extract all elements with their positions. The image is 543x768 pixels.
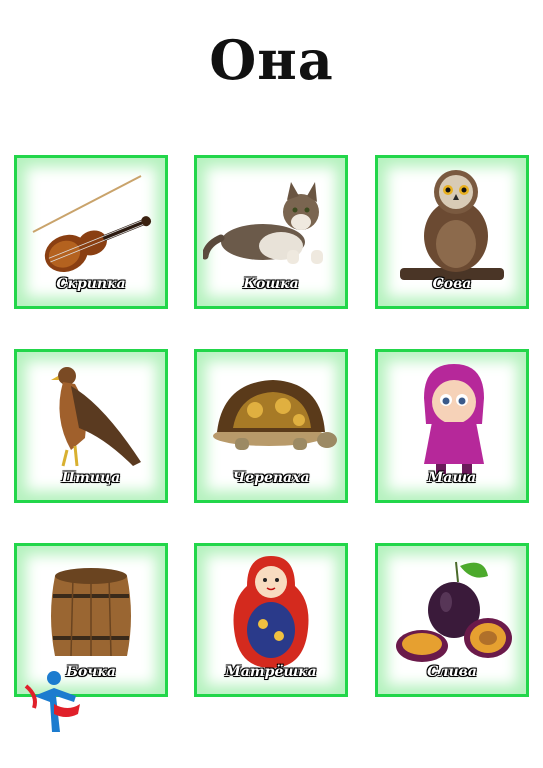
card-label: Маша: [427, 470, 477, 486]
card-masha[interactable]: Маша: [375, 349, 529, 503]
card-label: Сова: [432, 276, 472, 292]
barrel-icon: [51, 568, 131, 657]
card-violin[interactable]: Скрипка: [14, 155, 168, 309]
plum-icon: [396, 561, 512, 662]
card-cat[interactable]: Кошка: [194, 155, 348, 309]
card-matryoshka[interactable]: Матрёшка: [194, 543, 348, 697]
turtle-icon: [213, 380, 337, 450]
card-plum[interactable]: Слива: [375, 543, 529, 697]
masha-doll-icon: [424, 364, 484, 474]
card-label: Птица: [61, 470, 121, 486]
card-label: Черепаха: [232, 470, 310, 486]
page-title: Она: [209, 28, 334, 92]
card-label: Скрипка: [56, 276, 126, 292]
card-owl[interactable]: Сова: [375, 155, 529, 309]
logo-icon: [24, 671, 80, 732]
card-turtle[interactable]: Черепаха: [194, 349, 348, 503]
card-label: Матрёшка: [225, 664, 317, 680]
matryoshka-icon: [233, 556, 309, 668]
card-label: Слива: [427, 664, 477, 680]
owl-icon: [400, 170, 504, 280]
card-bird[interactable]: Птица: [14, 349, 168, 503]
violin-icon: [32, 175, 152, 273]
card-label: Кошка: [243, 276, 299, 292]
cat-icon: [203, 182, 323, 264]
bird-icon: [51, 367, 141, 467]
